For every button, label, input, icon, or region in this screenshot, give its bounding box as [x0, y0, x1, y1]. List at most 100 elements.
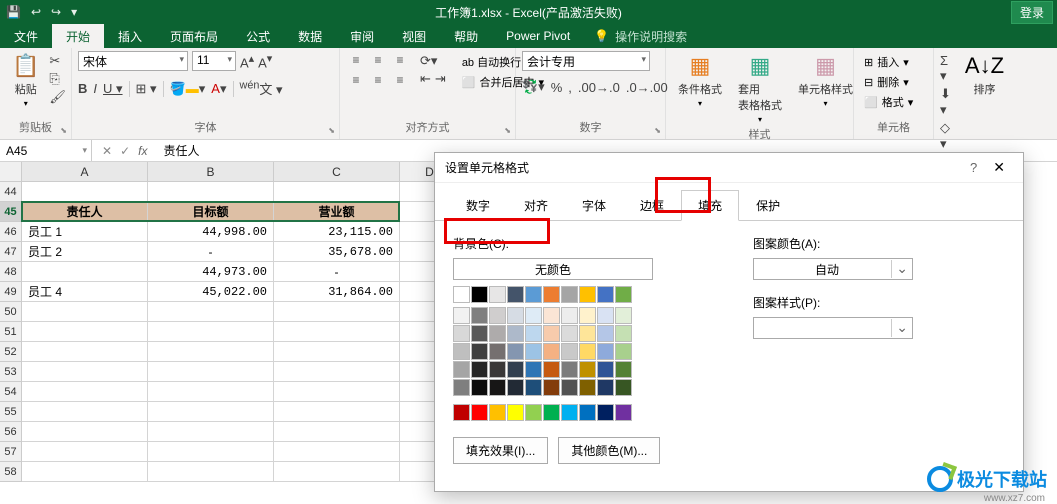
cell[interactable]: 44,973.00	[148, 262, 274, 282]
cell[interactable]: 员工 4	[22, 282, 148, 302]
color-swatch[interactable]	[579, 307, 596, 324]
align-middle[interactable]: ≡	[368, 51, 388, 69]
color-swatch[interactable]	[543, 343, 560, 360]
color-swatch[interactable]	[543, 379, 560, 396]
color-swatch[interactable]	[453, 379, 470, 396]
comma-format[interactable]: ,	[568, 80, 572, 95]
color-swatch[interactable]	[615, 325, 632, 342]
format-painter-icon[interactable]: 🖌	[49, 89, 66, 105]
cell[interactable]	[148, 362, 274, 382]
cancel-formula-icon[interactable]: ✕	[102, 144, 112, 158]
cell[interactable]	[274, 362, 400, 382]
cell[interactable]: 23,115.00	[274, 222, 400, 242]
delete-cells-button[interactable]: ⊟ 删除 ▾	[860, 73, 917, 91]
row-header[interactable]: 44	[0, 182, 22, 202]
color-swatch[interactable]	[489, 325, 506, 342]
paste-button[interactable]: 📋 粘贴 ▾	[6, 51, 45, 110]
cell[interactable]: 员工 2	[22, 242, 148, 262]
conditional-format-button[interactable]: ▦ 条件格式▾	[672, 51, 728, 110]
enter-formula-icon[interactable]: ✓	[120, 144, 130, 158]
color-swatch[interactable]	[579, 404, 596, 421]
cell[interactable]: 营业额	[274, 202, 400, 222]
fill-effects-button[interactable]: 填充效果(I)...	[453, 437, 548, 464]
decrease-decimal[interactable]: .0→.00	[626, 80, 668, 95]
color-swatch[interactable]	[543, 325, 560, 342]
color-swatch[interactable]	[561, 361, 578, 378]
color-swatch[interactable]	[471, 361, 488, 378]
save-icon[interactable]: 💾	[6, 5, 21, 19]
cell[interactable]	[22, 342, 148, 362]
color-swatch[interactable]	[507, 361, 524, 378]
fill-button[interactable]: ⬇ ▾	[940, 86, 951, 118]
cell[interactable]	[274, 302, 400, 322]
cell[interactable]	[22, 362, 148, 382]
color-swatch[interactable]	[525, 379, 542, 396]
cell[interactable]: -	[274, 262, 400, 282]
qat-more-icon[interactable]: ▾	[71, 5, 77, 19]
cell[interactable]	[22, 322, 148, 342]
cell[interactable]: 31,864.00	[274, 282, 400, 302]
cell[interactable]	[274, 182, 400, 202]
color-swatch[interactable]	[453, 343, 470, 360]
cell[interactable]	[22, 422, 148, 442]
color-swatch[interactable]	[579, 286, 596, 303]
align-right[interactable]: ≡	[390, 71, 410, 89]
autosum-button[interactable]: Σ ▾	[940, 53, 951, 84]
pattern-color-select[interactable]: 自动	[753, 258, 913, 280]
color-swatch[interactable]	[453, 361, 470, 378]
cell[interactable]: -	[148, 242, 274, 262]
percent-format[interactable]: %	[551, 80, 563, 95]
login-button[interactable]: 登录	[1011, 1, 1053, 24]
cell[interactable]	[22, 182, 148, 202]
name-box[interactable]: A45	[0, 140, 92, 161]
dialog-tab-protect[interactable]: 保护	[739, 190, 797, 221]
color-swatch[interactable]	[507, 286, 524, 303]
select-all-corner[interactable]	[0, 162, 22, 182]
shrink-font-icon[interactable]: A▾	[258, 52, 272, 70]
cell[interactable]	[22, 262, 148, 282]
color-swatch[interactable]	[543, 361, 560, 378]
color-swatch[interactable]	[525, 361, 542, 378]
tell-me-search[interactable]: 💡 操作说明搜索	[594, 24, 687, 48]
cell[interactable]	[148, 442, 274, 462]
color-swatch[interactable]	[615, 404, 632, 421]
cell[interactable]	[274, 402, 400, 422]
row-header[interactable]: 57	[0, 442, 22, 462]
color-swatch[interactable]	[471, 325, 488, 342]
accounting-format[interactable]: 💱▾	[522, 79, 545, 95]
color-swatch[interactable]	[507, 325, 524, 342]
dialog-tab-number[interactable]: 数字	[449, 190, 507, 221]
clear-button[interactable]: ◇ ▾	[940, 120, 951, 152]
color-swatch[interactable]	[507, 404, 524, 421]
color-swatch[interactable]	[615, 361, 632, 378]
copy-icon[interactable]: ⎘	[49, 71, 66, 87]
grow-font-icon[interactable]: A▴	[240, 52, 254, 70]
number-format-select[interactable]: 会计专用	[522, 51, 650, 71]
tab-home[interactable]: 开始	[52, 24, 104, 48]
cell[interactable]	[22, 402, 148, 422]
color-swatch[interactable]	[615, 286, 632, 303]
color-swatch[interactable]	[471, 379, 488, 396]
color-swatch[interactable]	[615, 343, 632, 360]
cell[interactable]	[274, 382, 400, 402]
color-swatch[interactable]	[489, 361, 506, 378]
col-header-C[interactable]: C	[274, 162, 400, 181]
color-swatch[interactable]	[489, 379, 506, 396]
color-swatch[interactable]	[579, 343, 596, 360]
color-swatch[interactable]	[597, 325, 614, 342]
fill-color-button[interactable]: 🪣▬▾	[170, 81, 206, 97]
cell[interactable]	[274, 322, 400, 342]
no-color-button[interactable]: 无颜色	[453, 258, 653, 280]
color-swatch[interactable]	[489, 307, 506, 324]
format-as-table-button[interactable]: ▦ 套用 表格格式▾	[732, 51, 788, 126]
dialog-help-icon[interactable]: ?	[962, 158, 985, 177]
dialog-close-icon[interactable]: ✕	[985, 157, 1013, 178]
color-swatch[interactable]	[561, 404, 578, 421]
color-swatch[interactable]	[489, 286, 506, 303]
color-swatch[interactable]	[615, 307, 632, 324]
cell[interactable]	[274, 342, 400, 362]
color-swatch[interactable]	[507, 343, 524, 360]
color-swatch[interactable]	[525, 325, 542, 342]
row-header[interactable]: 54	[0, 382, 22, 402]
cell[interactable]	[148, 422, 274, 442]
